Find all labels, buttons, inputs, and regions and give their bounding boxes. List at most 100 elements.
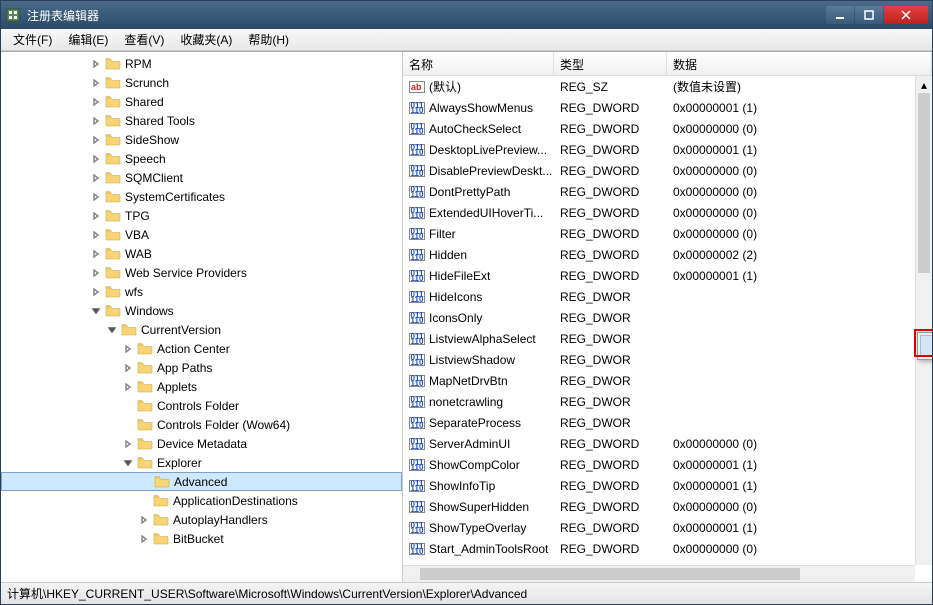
menu-favorites[interactable]: 收藏夹(A) — [172, 29, 240, 50]
tree-item[interactable]: Action Center — [1, 339, 402, 358]
tree-item[interactable]: Applets — [1, 377, 402, 396]
tree-item[interactable]: SQMClient — [1, 168, 402, 187]
value-row[interactable]: ShowSuperHiddenREG_DWORD0x00000000 (0) — [403, 496, 932, 517]
value-row[interactable]: Start_AdminToolsRootREG_DWORD0x00000000 … — [403, 538, 932, 559]
expand-icon[interactable] — [121, 437, 135, 451]
tree-item[interactable]: ApplicationDestinations — [1, 491, 402, 510]
menu-file[interactable]: 文件(F) — [5, 29, 60, 50]
tree-item[interactable]: CurrentVersion — [1, 320, 402, 339]
tree-item[interactable]: SystemCertificates — [1, 187, 402, 206]
value-row[interactable]: AlwaysShowMenusREG_DWORD0x00000001 (1) — [403, 97, 932, 118]
folder-icon — [105, 285, 121, 299]
reg-dword-icon — [409, 100, 425, 116]
value-row[interactable]: ShowCompColorREG_DWORD0x00000001 (1) — [403, 454, 932, 475]
value-row[interactable]: FilterREG_DWORD0x00000000 (0) — [403, 223, 932, 244]
tree-item[interactable]: VBA — [1, 225, 402, 244]
expand-icon[interactable] — [137, 532, 151, 546]
expand-icon[interactable] — [89, 209, 103, 223]
value-row[interactable]: nonetcrawlingREG_DWOR — [403, 391, 932, 412]
expand-icon[interactable] — [89, 95, 103, 109]
expand-icon[interactable] — [89, 152, 103, 166]
value-row[interactable]: DisablePreviewDeskt...REG_DWORD0x0000000… — [403, 160, 932, 181]
value-row[interactable]: DesktopLivePreview...REG_DWORD0x00000001… — [403, 139, 932, 160]
tree-item[interactable]: wfs — [1, 282, 402, 301]
values-list[interactable]: (默认)REG_SZ(数值未设置)AlwaysShowMenusREG_DWOR… — [403, 76, 932, 582]
close-button[interactable] — [884, 6, 928, 24]
value-row[interactable]: ListviewAlphaSelectREG_DWOR — [403, 328, 932, 349]
tree-item[interactable]: WAB — [1, 244, 402, 263]
expand-icon[interactable] — [89, 266, 103, 280]
value-row[interactable]: MapNetDrvBtnREG_DWOR — [403, 370, 932, 391]
tree-item[interactable]: BitBucket — [1, 529, 402, 548]
value-row[interactable]: IconsOnlyREG_DWOR — [403, 307, 932, 328]
column-type[interactable]: 类型 — [554, 52, 667, 75]
tree-item[interactable]: Windows — [1, 301, 402, 320]
value-row[interactable]: ServerAdminUIREG_DWORD0x00000000 (0) — [403, 433, 932, 454]
value-row[interactable]: AutoCheckSelectREG_DWORD0x00000000 (0) — [403, 118, 932, 139]
expand-icon[interactable] — [137, 513, 151, 527]
titlebar[interactable]: 注册表编辑器 — [1, 1, 932, 29]
value-row[interactable]: ShowTypeOverlayREG_DWORD0x00000001 (1) — [403, 517, 932, 538]
value-row[interactable]: (默认)REG_SZ(数值未设置) — [403, 76, 932, 97]
value-row[interactable]: HiddenREG_DWORD0x00000002 (2) — [403, 244, 932, 265]
menu-edit[interactable]: 编辑(E) — [60, 29, 116, 50]
expand-icon[interactable] — [89, 133, 103, 147]
horizontal-scrollbar[interactable] — [403, 565, 915, 582]
expand-icon[interactable] — [89, 57, 103, 71]
maximize-button[interactable] — [855, 6, 883, 24]
value-type: REG_DWORD — [554, 227, 667, 241]
tree-item-label: wfs — [125, 285, 143, 299]
value-row[interactable]: HideIconsREG_DWOR — [403, 286, 932, 307]
expand-icon[interactable] — [121, 380, 135, 394]
tree-item[interactable]: Controls Folder (Wow64) — [1, 415, 402, 434]
expand-icon[interactable] — [89, 114, 103, 128]
tree-item[interactable]: RPM — [1, 54, 402, 73]
expand-icon[interactable] — [89, 190, 103, 204]
tree-panel[interactable]: RPMScrunchSharedShared ToolsSideShowSpee… — [1, 52, 403, 582]
tree-item[interactable]: Speech — [1, 149, 402, 168]
tree-item[interactable]: Shared Tools — [1, 111, 402, 130]
value-row[interactable]: ExtendedUIHoverTi...REG_DWORD0x00000000 … — [403, 202, 932, 223]
expand-icon[interactable] — [89, 247, 103, 261]
expand-icon[interactable] — [89, 228, 103, 242]
tree-item[interactable]: SideShow — [1, 130, 402, 149]
tree-item[interactable]: AutoplayHandlers — [1, 510, 402, 529]
collapse-icon[interactable] — [105, 323, 119, 337]
expand-icon[interactable] — [89, 285, 103, 299]
tree-item[interactable]: TPG — [1, 206, 402, 225]
tree-item[interactable]: Shared — [1, 92, 402, 111]
tree-item[interactable]: Explorer — [1, 453, 402, 472]
collapse-icon[interactable] — [89, 304, 103, 318]
tree-item[interactable]: App Paths — [1, 358, 402, 377]
collapse-icon[interactable] — [121, 456, 135, 470]
expand-icon[interactable] — [121, 361, 135, 375]
value-row[interactable]: DontPrettyPathREG_DWORD0x00000000 (0) — [403, 181, 932, 202]
context-menu-new[interactable]: 新建(N) ▸ — [920, 335, 932, 357]
value-row[interactable]: ListviewShadowREG_DWOR — [403, 349, 932, 370]
expand-icon[interactable] — [121, 342, 135, 356]
menu-view[interactable]: 查看(V) — [116, 29, 172, 50]
menu-help[interactable]: 帮助(H) — [240, 29, 297, 50]
scroll-up-icon[interactable]: ▴ — [916, 76, 932, 93]
value-row[interactable]: SeparateProcessREG_DWOR — [403, 412, 932, 433]
folder-icon — [137, 456, 153, 470]
folder-icon — [105, 76, 121, 90]
value-data: 0x00000001 (1) — [667, 143, 932, 157]
column-data[interactable]: 数据 — [667, 52, 932, 75]
folder-icon — [105, 304, 121, 318]
tree-item-label: ApplicationDestinations — [173, 494, 298, 508]
expand-icon[interactable] — [89, 76, 103, 90]
value-row[interactable]: HideFileExtREG_DWORD0x00000001 (1) — [403, 265, 932, 286]
tree-item[interactable]: Controls Folder — [1, 396, 402, 415]
expand-icon[interactable] — [89, 171, 103, 185]
tree-item[interactable]: Scrunch — [1, 73, 402, 92]
vertical-scrollbar[interactable]: ▴ — [915, 76, 932, 565]
value-row[interactable]: ShowInfoTipREG_DWORD0x00000001 (1) — [403, 475, 932, 496]
column-name[interactable]: 名称 — [403, 52, 554, 75]
minimize-button[interactable] — [826, 6, 854, 24]
scroll-thumb[interactable] — [918, 93, 930, 273]
tree-item[interactable]: Device Metadata — [1, 434, 402, 453]
tree-item[interactable]: Web Service Providers — [1, 263, 402, 282]
tree-item[interactable]: Advanced — [1, 472, 402, 491]
scroll-thumb-h[interactable] — [420, 568, 800, 580]
